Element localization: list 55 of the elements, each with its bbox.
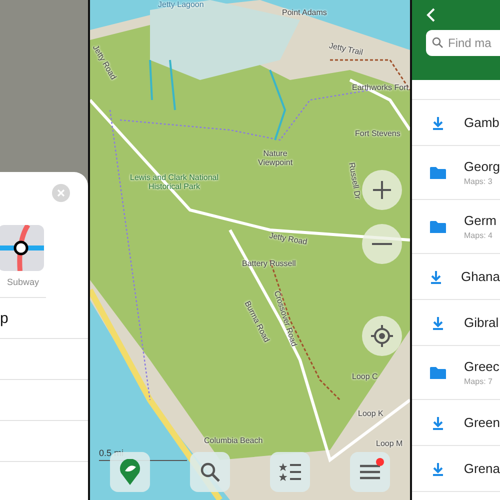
menu-icon [360,464,380,480]
download-icon [432,462,444,476]
map-label: Burma Road [242,300,270,344]
map-list-item[interactable]: Grena [412,446,500,492]
search-icon [432,37,443,48]
folder-icon [428,166,447,180]
map-count: Maps: 7 [464,377,494,386]
map-label: Loop M [376,440,403,449]
map-label: Loop C [352,373,378,382]
map-count: Maps: 3 [464,177,494,186]
map-label: Fort Stevens [355,130,400,139]
map-count: Maps: 4 [464,231,494,240]
map-list-item[interactable]: Germ Maps: 4 [412,200,500,254]
favorites-list-button[interactable] [270,452,310,492]
map-list-item[interactable]: Gamb [412,100,500,146]
close-icon [57,189,65,197]
subway-label: Subway [6,277,40,287]
country-name: Green [464,415,500,430]
map-label: Jetty Lagoon [158,1,204,10]
map-label: Loop K [358,410,384,419]
plus-icon [372,180,392,200]
map-list-item[interactable]: Gibral [412,300,500,346]
menu-button[interactable] [350,452,390,492]
map-list-item[interactable]: Green [412,400,500,446]
map-list-item[interactable]: Greec Maps: 7 [412,346,500,400]
map-label: Russell Dr [346,162,362,200]
star-list-icon [279,463,301,481]
map-list-item[interactable]: Georg Maps: 3 [412,146,500,200]
folder-icon [429,366,447,380]
minus-icon [372,242,392,246]
country-name: Georg [464,159,500,174]
crosshair-icon [371,325,393,347]
leaf-pin-icon [119,459,141,485]
map-label: Jetty Road [268,232,308,248]
map-label: Nature Viewpoint [258,150,293,168]
search-field[interactable]: Find ma [426,30,500,56]
back-icon[interactable] [426,8,435,22]
country-name: Greec [464,359,500,374]
download-icon [432,116,444,130]
country-name: Gamb [464,115,500,130]
country-name: Ghana [460,269,500,284]
country-name: Germ [464,213,496,228]
search-icon [200,462,220,482]
folder-icon [429,220,447,234]
map-label: Point Adams [282,9,327,18]
country-name: Grena [464,461,500,476]
map-list-item[interactable]: Ghana [412,254,500,300]
download-icon [432,316,444,330]
subway-icon[interactable] [0,225,44,271]
map-label: Jetty Trail [328,42,364,58]
download-icon [432,416,444,430]
menu-row[interactable]: p [0,298,88,339]
country-name: Gibral [464,315,499,330]
download-icon [430,270,442,284]
search-button[interactable] [190,452,230,492]
